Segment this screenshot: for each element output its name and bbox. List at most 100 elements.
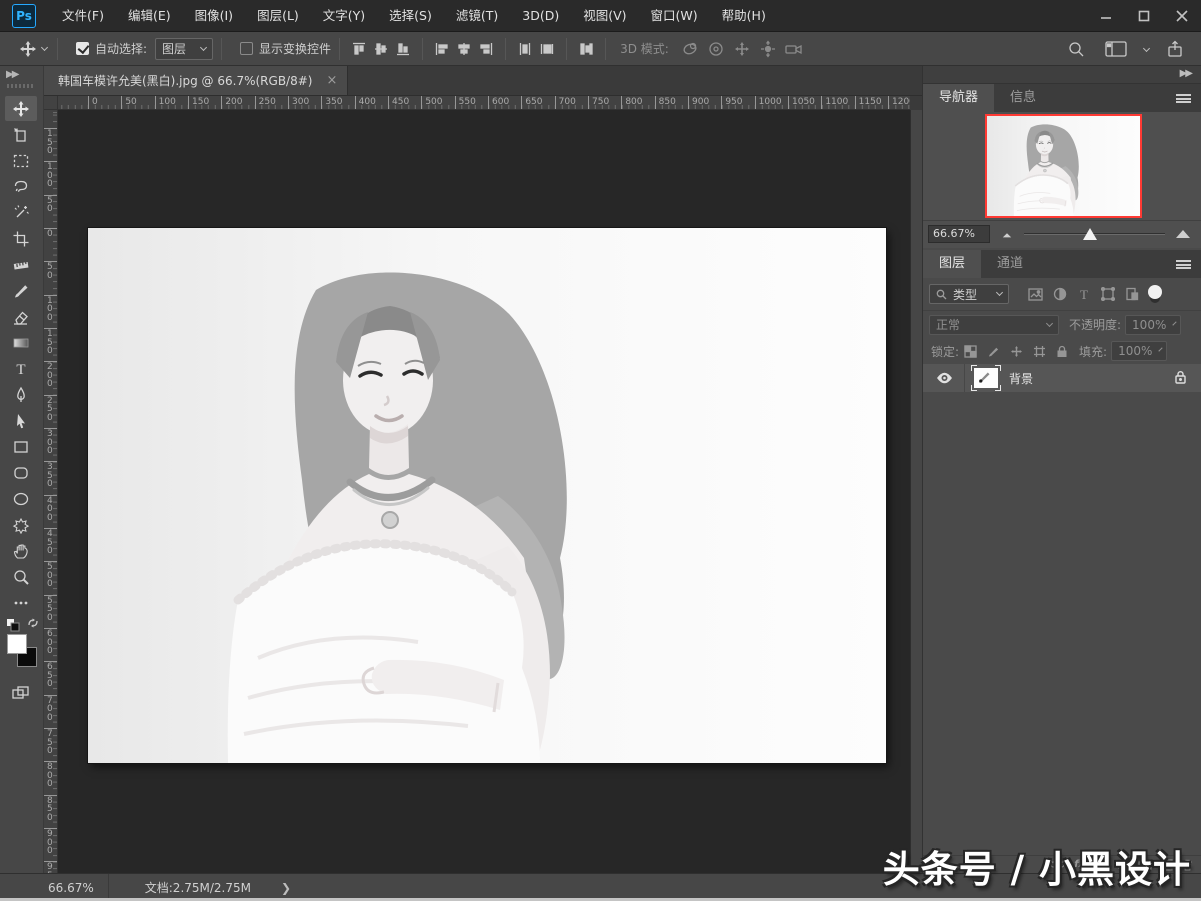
navigator-zoom-slider[interactable] bbox=[1024, 224, 1165, 244]
3d-drag-icon[interactable] bbox=[729, 40, 755, 58]
lasso-tool[interactable] bbox=[5, 174, 37, 199]
magic-wand-tool[interactable] bbox=[5, 200, 37, 225]
layer-thumbnail[interactable] bbox=[971, 365, 1001, 391]
brush-tool[interactable] bbox=[5, 278, 37, 303]
filter-type-layers-icon[interactable]: T bbox=[1072, 287, 1096, 301]
zoom-slider-thumb[interactable] bbox=[1083, 227, 1098, 240]
dock-collapse-icon[interactable]: ▶▶ bbox=[1180, 68, 1193, 79]
type-tool[interactable]: T bbox=[5, 356, 37, 381]
align-top-edges-icon[interactable] bbox=[348, 41, 370, 57]
align-left-edges-icon[interactable] bbox=[431, 41, 453, 57]
filter-smart-objects-icon[interactable] bbox=[1120, 287, 1144, 301]
tab-channels[interactable]: 通道 bbox=[981, 250, 1039, 278]
auto-select-dropdown[interactable]: 图层 bbox=[155, 37, 214, 60]
blend-mode-dropdown[interactable]: 正常 bbox=[929, 314, 1059, 335]
filter-shape-layers-icon[interactable] bbox=[1096, 287, 1120, 301]
minimize-button[interactable] bbox=[1087, 0, 1125, 32]
maximize-button[interactable] bbox=[1125, 0, 1163, 32]
share-icon[interactable] bbox=[1163, 40, 1187, 58]
document-scroll-gutter[interactable] bbox=[910, 110, 922, 873]
filter-adjustment-layers-icon[interactable] bbox=[1048, 287, 1072, 301]
toolbar-grip[interactable] bbox=[7, 84, 35, 88]
document-tab[interactable]: 韩国车模许允美(黑白).jpg @ 66.7%(RGB/8#) × bbox=[44, 66, 349, 95]
navigator-zoom-input[interactable] bbox=[928, 224, 990, 243]
layer-row-background[interactable]: 背景 bbox=[923, 364, 1201, 392]
workspace-switcher-icon[interactable] bbox=[1102, 40, 1130, 58]
tab-close-icon[interactable]: × bbox=[326, 73, 337, 88]
distribute-spacing-icon[interactable] bbox=[575, 41, 597, 57]
eraser-tool[interactable] bbox=[5, 304, 37, 329]
menu-type[interactable]: 文字(Y) bbox=[311, 0, 377, 32]
path-selection-tool[interactable] bbox=[5, 408, 37, 433]
canvas-pasteboard[interactable] bbox=[58, 110, 910, 873]
layer-visibility-eye-icon[interactable] bbox=[931, 372, 958, 384]
lock-pixels-icon[interactable] bbox=[982, 345, 1005, 358]
fill-dropdown[interactable]: 100% bbox=[1111, 341, 1168, 361]
tab-layers[interactable]: 图层 bbox=[923, 250, 982, 278]
close-button[interactable] bbox=[1163, 0, 1201, 32]
layer-name[interactable]: 背景 bbox=[1009, 370, 1033, 387]
3d-slide-icon[interactable] bbox=[755, 40, 781, 58]
menu-edit[interactable]: 编辑(E) bbox=[116, 0, 183, 32]
status-zoom-level[interactable]: 66.67% bbox=[0, 874, 109, 901]
align-bottom-edges-icon[interactable] bbox=[392, 41, 414, 57]
3d-camera-icon[interactable] bbox=[781, 40, 809, 58]
navigator-preview[interactable] bbox=[985, 114, 1142, 218]
3d-rotate-icon[interactable] bbox=[677, 40, 703, 58]
menu-select[interactable]: 选择(S) bbox=[377, 0, 444, 32]
filter-type-dropdown[interactable]: 类型 bbox=[929, 284, 1009, 304]
distribute-vertical-centers-icon[interactable] bbox=[536, 41, 558, 57]
rectangular-marquee-tool[interactable] bbox=[5, 148, 37, 173]
distribute-top-edges-icon[interactable] bbox=[514, 41, 536, 57]
vertical-ruler[interactable]: 150 100 50 0 50 100 150 200 250 300 350 400 450 500 55… bbox=[44, 110, 58, 873]
rectangle-tool[interactable] bbox=[5, 434, 37, 459]
layer-filter-toggle[interactable] bbox=[1148, 284, 1162, 303]
menu-file[interactable]: 文件(F) bbox=[50, 0, 116, 32]
menu-window[interactable]: 窗口(W) bbox=[639, 0, 710, 32]
show-transform-checkbox[interactable] bbox=[240, 42, 254, 55]
foreground-color-swatch[interactable] bbox=[7, 634, 27, 654]
menu-filter[interactable]: 滤镜(T) bbox=[444, 0, 510, 32]
toolbar-collapse-icon[interactable]: ▶▶ bbox=[6, 69, 19, 80]
gradient-tool[interactable] bbox=[5, 330, 37, 355]
align-horizontal-centers-icon[interactable] bbox=[453, 41, 475, 57]
horizontal-ruler[interactable]: 0 50 100 150 200 250 300 350 400 450 500 550 600 650 7… bbox=[58, 96, 910, 110]
zoom-out-icon[interactable] bbox=[1000, 224, 1014, 243]
menu-image[interactable]: 图像(I) bbox=[183, 0, 245, 32]
pen-tool[interactable] bbox=[5, 382, 37, 407]
screen-mode-icon[interactable] bbox=[5, 680, 37, 705]
menu-help[interactable]: 帮助(H) bbox=[710, 0, 778, 32]
tool-preset-chevron[interactable] bbox=[40, 38, 49, 60]
workspace-chevron-icon[interactable] bbox=[1142, 44, 1151, 53]
rounded-rectangle-tool[interactable] bbox=[5, 460, 37, 485]
status-chevron-icon[interactable]: ❯ bbox=[281, 881, 291, 895]
photo-image[interactable] bbox=[88, 228, 886, 763]
hand-tool[interactable] bbox=[5, 538, 37, 563]
crop-tool[interactable] bbox=[5, 226, 37, 251]
panel-menu-icon[interactable] bbox=[1176, 259, 1191, 269]
lock-transparency-icon[interactable] bbox=[959, 344, 982, 358]
ruler-origin-corner[interactable] bbox=[44, 96, 58, 110]
align-right-edges-icon[interactable] bbox=[475, 41, 497, 57]
opacity-dropdown[interactable]: 100% bbox=[1125, 314, 1182, 335]
menu-3d[interactable]: 3D(D) bbox=[510, 0, 571, 32]
artboard-tool[interactable] bbox=[5, 122, 37, 147]
zoom-tool[interactable] bbox=[5, 564, 37, 589]
menu-layer[interactable]: 图层(L) bbox=[245, 0, 311, 32]
edit-toolbar-icon[interactable] bbox=[5, 590, 37, 615]
filter-pixel-layers-icon[interactable] bbox=[1023, 287, 1048, 301]
custom-shape-tool[interactable] bbox=[5, 512, 37, 537]
3d-roll-icon[interactable] bbox=[703, 40, 729, 58]
lock-all-icon[interactable] bbox=[1051, 345, 1073, 358]
ruler-tool[interactable] bbox=[5, 252, 37, 277]
auto-select-checkbox[interactable] bbox=[76, 42, 89, 55]
lock-artboard-icon[interactable] bbox=[1028, 345, 1051, 358]
ellipse-tool[interactable] bbox=[5, 486, 37, 511]
zoom-in-icon[interactable] bbox=[1175, 224, 1191, 243]
menu-view[interactable]: 视图(V) bbox=[571, 0, 638, 32]
panel-menu-icon[interactable] bbox=[1176, 93, 1191, 103]
tab-info[interactable]: 信息 bbox=[994, 84, 1052, 112]
lock-position-icon[interactable] bbox=[1005, 345, 1028, 358]
move-tool[interactable] bbox=[5, 96, 37, 121]
search-icon[interactable] bbox=[1064, 40, 1088, 58]
